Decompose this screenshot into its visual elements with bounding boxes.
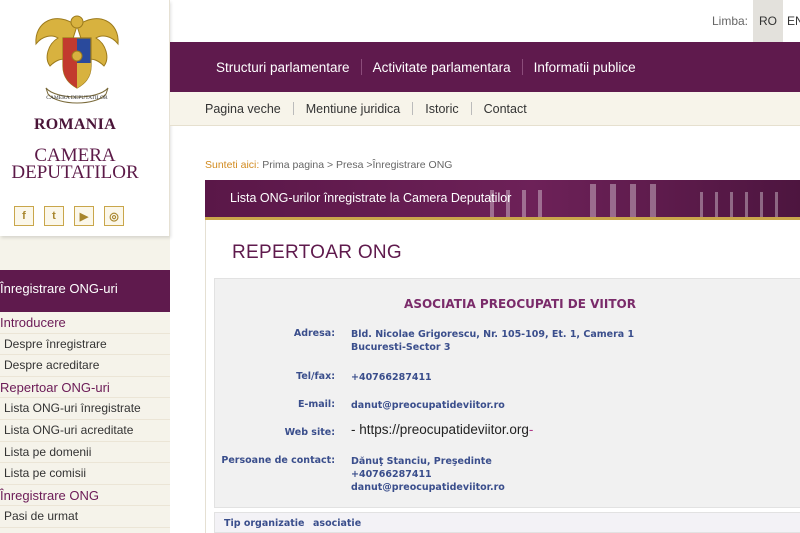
contact-email[interactable]: danut@preocupatideviitor.ro xyxy=(351,481,505,494)
section-banner: Lista ONG-urilor înregistrate la Camera … xyxy=(205,180,800,220)
website-suffix: - xyxy=(528,422,534,437)
org-type-label: Tip organizatie xyxy=(224,518,305,529)
org-type-row: Tip organizatie asociatie xyxy=(214,512,800,533)
sidebar-item-pasi-de-urmat[interactable]: Pasi de urmat xyxy=(0,506,170,528)
website-prefix: - xyxy=(351,422,360,437)
phone-label: Tel/fax: xyxy=(296,371,335,382)
nav-divider xyxy=(292,102,294,115)
phone-value: +40766287411 xyxy=(351,372,432,383)
sidebar-item-lista-domenii[interactable]: Lista pe domenii xyxy=(0,442,170,464)
contacts-label: Persoane de contact: xyxy=(221,455,335,466)
facebook-icon[interactable]: f xyxy=(14,206,34,226)
address-line-1: Bld. Nicolae Grigorescu, Nr. 105-109, Et… xyxy=(351,329,635,340)
sidebar-item-inregistrare-ong[interactable]: Înregistrare ONG xyxy=(0,485,170,507)
page-title: REPERTOAR ONG xyxy=(232,242,403,263)
contact-phone: +40766287411 xyxy=(351,469,432,480)
email-value[interactable]: danut@preocupatideviitor.ro xyxy=(351,399,505,412)
main-content: REPERTOAR ONG ASOCIATIA PREOCUPATI DE VI… xyxy=(205,220,800,533)
sub-nav: Pagina veche Mentiune juridica Istoric C… xyxy=(170,92,800,126)
main-nav: Structuri parlamentare Activitate parlam… xyxy=(170,42,800,92)
youtube-icon[interactable]: ▶ xyxy=(74,206,94,226)
sidebar-item-lista-comisii[interactable]: Lista pe comisii xyxy=(0,463,170,485)
nav-divider xyxy=(521,59,523,75)
main-nav-structuri[interactable]: Structuri parlamentare xyxy=(216,60,350,75)
breadcrumb-lead: Sunteti aici: xyxy=(205,159,260,171)
nav-divider xyxy=(470,102,472,115)
sub-nav-pagina-veche[interactable]: Pagina veche xyxy=(205,102,281,116)
instagram-icon[interactable]: ◎ xyxy=(104,206,124,226)
sub-nav-mentiune-juridica[interactable]: Mentiune juridica xyxy=(306,102,401,116)
website-link[interactable]: https://preocupatideviitor.org xyxy=(359,422,529,437)
twitter-icon[interactable]: t xyxy=(44,206,64,226)
sub-nav-istoric[interactable]: Istoric xyxy=(425,102,458,116)
main-nav-activitate[interactable]: Activitate parlamentara xyxy=(373,60,511,75)
ong-details-card: ASOCIATIA PREOCUPATI DE VIITOR Adresa: B… xyxy=(214,278,800,508)
main-nav-informatii[interactable]: Informatii publice xyxy=(534,60,636,75)
sidebar-item-despre-inregistrare[interactable]: Despre înregistrare xyxy=(0,334,170,356)
sidebar-item-introducere[interactable]: Introducere xyxy=(0,312,170,334)
sub-nav-contact[interactable]: Contact xyxy=(484,102,527,116)
sidebar-item-lista-inregistrate[interactable]: Lista ONG-uri înregistrate xyxy=(0,398,170,420)
sidebar-item-lista-acreditate[interactable]: Lista ONG-uri acreditate xyxy=(0,420,170,442)
contact-name: Dănuţ Stanciu, Preşedinte xyxy=(351,456,492,467)
nav-divider xyxy=(412,102,414,115)
language-en-button[interactable]: EN xyxy=(787,0,800,42)
breadcrumb-path[interactable]: Prima pagina > Presa >Înregistrare ONG xyxy=(262,159,452,171)
address-line-2: Bucuresti-Sector 3 xyxy=(351,342,451,353)
org-name: ASOCIATIA PREOCUPATI DE VIITOR xyxy=(404,297,636,311)
website-value: - https://preocupatideviitor.org- xyxy=(351,422,534,437)
address-value: Bld. Nicolae Grigorescu, Nr. 105-109, Et… xyxy=(351,328,634,354)
language-label: Limba: xyxy=(712,14,749,28)
country-name: ROMANIA xyxy=(33,116,117,133)
sidebar-menu: Introducere Despre înregistrare Despre a… xyxy=(0,312,170,528)
institution-name: CAMERA DEPUTATILOR xyxy=(0,146,150,183)
sidebar-item-repertoar[interactable]: Repertoar ONG-uri xyxy=(0,377,170,399)
institution-line-2: DEPUTATILOR xyxy=(11,162,139,183)
nav-divider xyxy=(360,59,362,75)
coat-of-arms-logo[interactable]: CAMERA DEPUTATILOR xyxy=(26,8,128,116)
org-type-value: asociatie xyxy=(313,518,362,529)
sidebar-heading[interactable]: Înregistrare ONG-uri xyxy=(0,270,170,312)
email-label: E-mail: xyxy=(297,399,335,410)
address-label: Adresa: xyxy=(293,328,335,339)
social-links: f t ▶ ◎ xyxy=(14,206,124,226)
logo-box: CAMERA DEPUTATILOR ROMANIA CAMERA DEPUTA… xyxy=(0,0,170,236)
svg-text:CAMERA DEPUTATILOR: CAMERA DEPUTATILOR xyxy=(46,95,108,101)
sidebar-item-despre-acreditare[interactable]: Despre acreditare xyxy=(0,355,170,377)
banner-title: Lista ONG-urilor înregistrate la Camera … xyxy=(230,191,512,205)
language-ro-button[interactable]: RO xyxy=(753,0,783,42)
left-column: CAMERA DEPUTATILOR ROMANIA CAMERA DEPUTA… xyxy=(0,0,170,533)
breadcrumb: Sunteti aici: Prima pagina > Presa >Înre… xyxy=(205,159,452,171)
contacts-value: Dănuţ Stanciu, Preşedinte +40766287411 d… xyxy=(351,455,505,494)
website-label: Web site: xyxy=(284,427,335,438)
building-illustration xyxy=(490,184,778,220)
